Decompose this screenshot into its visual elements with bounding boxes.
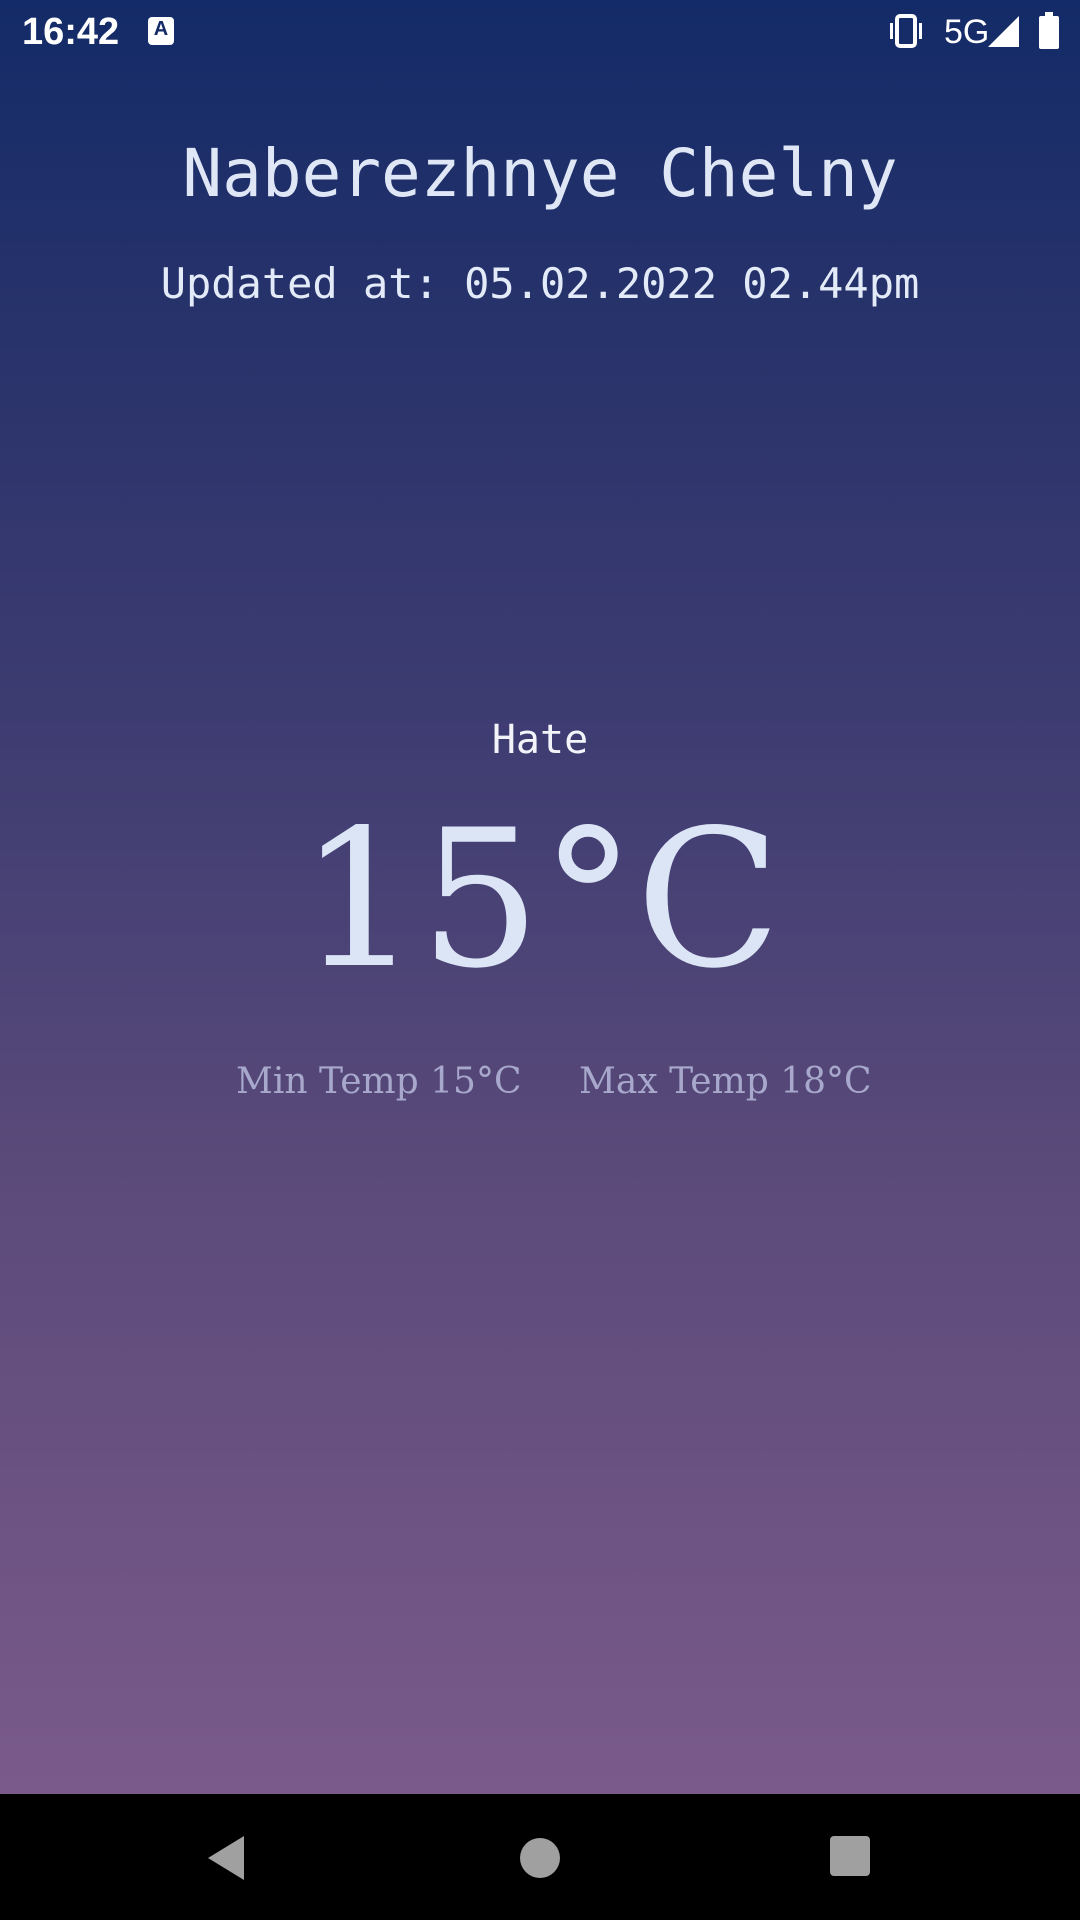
current-temperature: 15°C [298,789,782,1010]
recents-icon[interactable] [830,1836,870,1876]
updated-timestamp: Updated at: 05.02.2022 02.44pm [160,259,920,308]
weather-screen: 16:42 A 5G Naberezhnye Chelny Updated at… [0,0,1080,1920]
text-a-icon: A [148,17,174,45]
status-time: 16:42 [22,11,120,53]
weather-description: Hate [491,717,589,763]
min-temperature: Min Temp 15°C [236,1061,522,1102]
max-temperature: Max Temp 18°C [579,1061,872,1102]
battery-icon [1039,12,1059,49]
weather-app-background: 16:42 A 5G Naberezhnye Chelny Updated at… [0,0,1080,1794]
vibrate-icon [890,14,922,48]
home-icon[interactable] [520,1838,560,1878]
back-icon[interactable] [204,1834,252,1882]
network-type-label: 5G [944,13,990,51]
signal-icon [988,16,1019,47]
city-name: Naberezhnye Chelny [182,135,898,212]
status-bar: 16:42 A 5G [0,0,1080,63]
